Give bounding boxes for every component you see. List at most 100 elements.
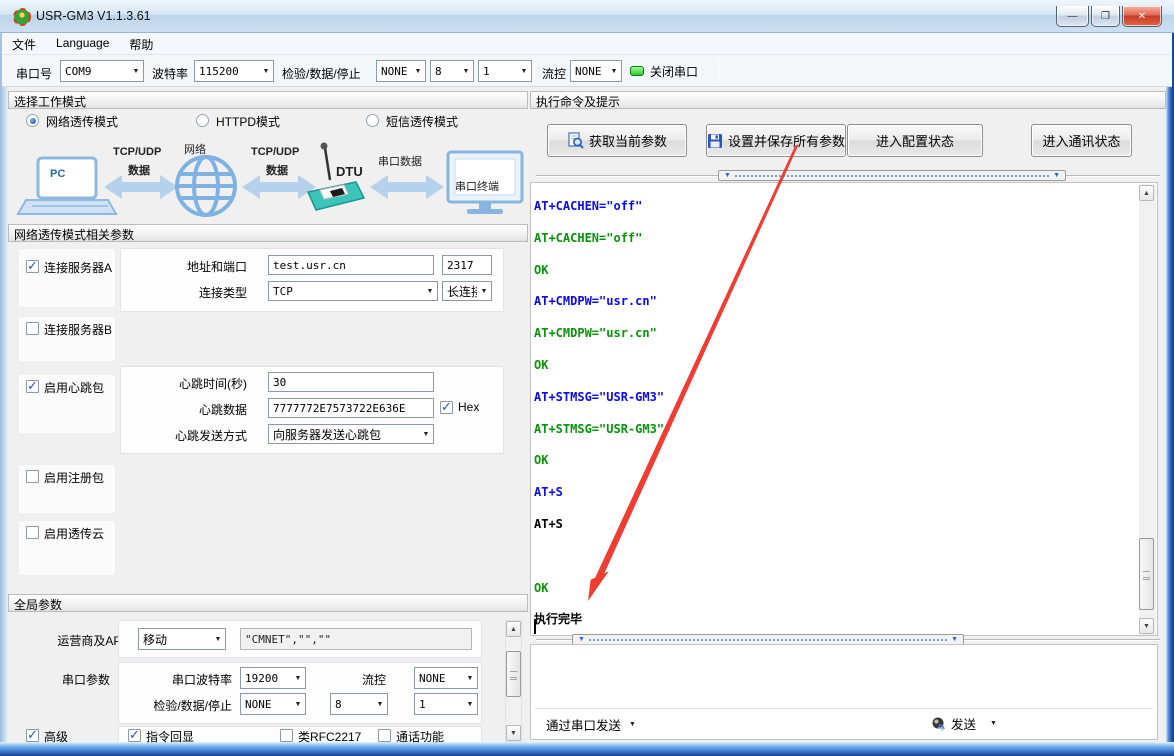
maximize-button[interactable]: ❐ [1091, 6, 1120, 27]
send-button[interactable]: 发送 ▼ [931, 714, 997, 733]
menu-help[interactable]: 帮助 [119, 33, 163, 55]
send-via-dropdown[interactable]: 通过串口发送 ▼ [546, 715, 636, 734]
parity-select[interactable]: NONE▼ [376, 60, 426, 82]
menu-language[interactable]: Language [46, 33, 119, 55]
gp-flow-label: 流控 [362, 671, 386, 688]
enter-comm-button[interactable]: 进入通讯状态 [1031, 124, 1132, 157]
arrow-left-icon [104, 175, 178, 199]
radio-sms-mode[interactable] [366, 114, 379, 127]
server-b-checkbox[interactable] [26, 322, 39, 335]
databits-select[interactable]: 8▼ [430, 60, 474, 82]
conn-type-select[interactable]: TCP▼ [268, 281, 438, 301]
save-icon [707, 133, 723, 149]
hb-mode-select[interactable]: 向服务器发送心跳包▼ [268, 424, 434, 444]
close-icon: ✕ [1138, 11, 1146, 22]
conn-type-label: 连接类型 [160, 284, 247, 301]
gp-baud-label: 串口波特率 [144, 671, 232, 688]
chevron-down-icon: ▼ [629, 721, 636, 728]
cloud-checkbox[interactable] [26, 526, 39, 539]
left-panel-scrollbar[interactable]: ▲ ▼ [505, 620, 522, 742]
register-checkbox[interactable] [26, 470, 39, 483]
minimize-button[interactable]: — [1056, 6, 1089, 27]
serial-data-label: 串口数据 [378, 153, 422, 169]
save-params-button[interactable]: 设置并保存所有参数 [706, 124, 846, 157]
scroll-down-icon[interactable]: ▼ [506, 725, 521, 741]
flow-select[interactable]: NONE▼ [570, 60, 622, 82]
carrier-select[interactable]: 移动▼ [138, 628, 226, 650]
hb-data-input[interactable] [268, 398, 434, 418]
triangle-down-icon: ▼ [724, 172, 731, 179]
network-label: 网络 [184, 141, 206, 157]
get-params-button[interactable]: 获取当前参数 [547, 124, 687, 157]
serial-toolbar: 串口号 COM9▼ 波特率 115200▼ 检验/数据/停止 NONE▼ 8▼ … [2, 55, 1172, 87]
port-select[interactable]: COM9▼ [60, 60, 144, 82]
scroll-up-icon[interactable]: ▲ [1139, 185, 1154, 201]
gp-flow-select[interactable]: NONE▼ [414, 667, 478, 689]
chevron-down-icon: ▼ [477, 288, 491, 295]
chevron-down-icon: ▼ [517, 68, 531, 75]
call-checkbox[interactable] [378, 729, 391, 742]
maximize-icon: ❐ [1101, 11, 1110, 22]
apn-label: 运营商及APN [38, 632, 130, 649]
hex-checkbox[interactable] [440, 401, 453, 414]
call-label: 通话功能 [396, 728, 444, 745]
chevron-down-icon: ▼ [990, 720, 997, 727]
server-addr-input[interactable] [268, 255, 434, 275]
chevron-down-icon: ▼ [211, 636, 225, 643]
port-label: 串口号 [16, 65, 52, 82]
radio-sms-mode-label: 短信透传模式 [386, 113, 458, 130]
title-bar: USR-GM3 V1.1.3.61 — ❐ ✕ [0, 0, 1174, 33]
chevron-down-icon: ▼ [463, 675, 477, 682]
rfc2217-label: 类RFC2217 [298, 728, 361, 745]
link1-data-label: 数据 [128, 162, 150, 178]
radio-httpd-mode[interactable] [196, 114, 209, 127]
menu-bar: 文件 Language 帮助 [2, 33, 1172, 55]
stopbits-select[interactable]: 1▼ [478, 60, 532, 82]
radio-net-mode[interactable] [26, 114, 39, 127]
scroll-down-icon[interactable]: ▼ [1139, 618, 1154, 634]
gp-stopbits-select[interactable]: 1▼ [414, 693, 478, 715]
gp-parity-select[interactable]: NONE▼ [240, 693, 306, 715]
scroll-up-icon[interactable]: ▲ [506, 621, 521, 637]
terminal-scrollbar[interactable]: ▲ ▼ [1139, 184, 1156, 635]
radio-httpd-mode-label: HTTPD模式 [216, 113, 280, 130]
server-b-label: 连接服务器B [44, 321, 112, 338]
work-mode-header: 选择工作模式 [8, 91, 528, 109]
gp-databits-select[interactable]: 8▼ [330, 693, 388, 715]
window-title: USR-GM3 V1.1.3.61 [36, 9, 151, 23]
chevron-down-icon: ▼ [129, 68, 143, 75]
network-globe-icon [177, 157, 235, 215]
splitter-handle-top[interactable]: ▼ ▼ [718, 170, 1066, 181]
baud-select[interactable]: 115200▼ [194, 60, 274, 82]
minimize-icon: — [1068, 11, 1078, 22]
hb-time-label: 心跳时间(秒) [150, 375, 247, 392]
hb-data-label: 心跳数据 [150, 401, 247, 418]
menu-file[interactable]: 文件 [2, 33, 46, 55]
splitter-dots [589, 639, 947, 641]
heartbeat-checkbox[interactable] [26, 380, 39, 393]
terminal-output[interactable]: AT+CACHEN="off"AT+CACHEN="off"OKAT+CMDPW… [530, 182, 1158, 636]
chevron-down-icon: ▼ [373, 701, 387, 708]
scrollbar-thumb[interactable] [1139, 538, 1154, 610]
rfc2217-checkbox[interactable] [280, 729, 293, 742]
server-a-checkbox[interactable] [26, 260, 39, 273]
hb-time-input[interactable] [268, 372, 434, 392]
serial-params-label: 串口参数 [50, 671, 110, 688]
scrollbar-thumb[interactable] [506, 651, 521, 697]
send-input[interactable] [533, 647, 1155, 705]
gp-baud-select[interactable]: 19200▼ [240, 667, 306, 689]
arrow-right-icon [370, 175, 444, 199]
pc-label: PC [50, 168, 65, 180]
advanced-checkbox[interactable] [26, 729, 39, 742]
application-window: USR-GM3 V1.1.3.61 — ❐ ✕ 文件 Language 帮助 串… [0, 0, 1174, 756]
chevron-down-icon: ▼ [423, 288, 437, 295]
echo-checkbox[interactable] [128, 729, 141, 742]
conn-mode-select[interactable]: 长连接▼ [442, 281, 492, 301]
server-port-input[interactable] [442, 255, 492, 275]
close-button[interactable]: ✕ [1122, 6, 1162, 27]
enter-config-button[interactable]: 进入配置状态 [847, 124, 983, 157]
chevron-down-icon: ▼ [411, 68, 425, 75]
close-serial-button[interactable]: 关闭串口 [630, 60, 716, 82]
flow-label: 流控 [542, 65, 566, 82]
toolbar-separator [718, 59, 719, 84]
